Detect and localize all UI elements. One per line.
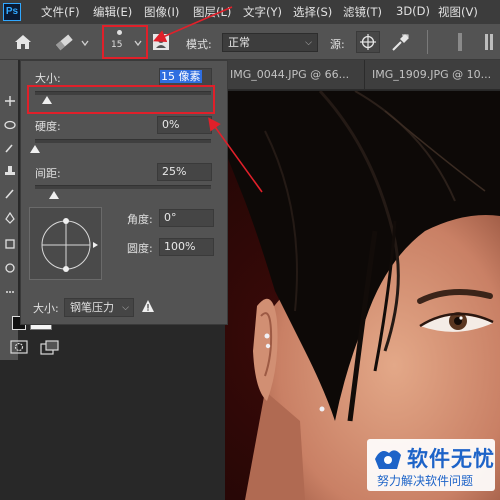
home-button[interactable]: [12, 32, 34, 52]
more-tools-icon[interactable]: [4, 286, 16, 298]
panel-grip-icon: [458, 33, 462, 51]
chevron-down-icon: ⌵: [305, 38, 312, 48]
hardness-label: 硬度:: [35, 120, 61, 133]
document-tab-bar: IMG_0044.JPG @ 66... IMG_1909.JPG @ 10..…: [225, 60, 500, 90]
photoshop-logo: Ps: [3, 3, 21, 21]
document-tab-img-0044[interactable]: IMG_0044.JPG @ 66...: [225, 60, 365, 90]
quick-select-tool-icon[interactable]: [4, 142, 16, 154]
size-input[interactable]: 15 像素: [159, 68, 212, 86]
quick-mask-icon[interactable]: [10, 340, 28, 354]
mode-value: 正常: [228, 36, 250, 49]
eyedropper-icon: [392, 34, 409, 51]
document-tab-img-1909[interactable]: IMG_1909.JPG @ 10...: [366, 60, 500, 90]
menu-select[interactable]: 选择(S): [293, 4, 332, 20]
angle-label: 角度:: [127, 213, 153, 226]
tool-preset-button[interactable]: [52, 32, 76, 52]
warning-icon[interactable]: [141, 299, 155, 313]
spacing-input[interactable]: 25%: [157, 163, 212, 181]
pattern-source-button[interactable]: [388, 31, 412, 53]
menu-edit[interactable]: 编辑(E): [93, 4, 132, 20]
mode-label: 模式:: [186, 38, 212, 51]
options-bar: 模式: 正常 ⌵ 源:: [0, 24, 500, 60]
pen-pressure-select[interactable]: 钢笔压力 ⌵: [64, 298, 134, 317]
toggle-clone-source-panel-button[interactable]: [150, 31, 172, 53]
menu-view[interactable]: 视图(V): [438, 4, 478, 20]
lasso-tool-icon[interactable]: [4, 120, 16, 132]
home-icon: [15, 35, 31, 49]
watermark-title: 软件无忧: [407, 447, 495, 471]
clone-source-icon: [153, 34, 169, 50]
menu-layer[interactable]: 图层(L): [193, 4, 231, 20]
chevron-down-icon: ⌵: [122, 303, 129, 313]
pen-pressure-value: 钢笔压力: [70, 301, 114, 314]
hardness-slider[interactable]: [35, 139, 211, 143]
screen-mode-icon[interactable]: [40, 340, 60, 356]
angle-input[interactable]: 0°: [159, 209, 214, 227]
move-tool-icon[interactable]: [4, 95, 16, 107]
size-value: 15 像素: [160, 70, 202, 83]
hardness-slider-handle[interactable]: [30, 145, 40, 153]
rotate-view-tool-icon[interactable]: [4, 262, 16, 274]
tools-panel: [0, 60, 18, 360]
spacing-value: 25%: [162, 165, 187, 178]
options-icon[interactable]: [483, 31, 495, 53]
menu-file[interactable]: 文件(F): [41, 4, 80, 20]
brush-tool-icon[interactable]: [4, 188, 16, 200]
menu-filter[interactable]: 滤镜(T): [343, 4, 382, 20]
roundness-value: 100%: [164, 240, 196, 253]
mode-select[interactable]: 正常 ⌵: [222, 33, 318, 52]
rectangle-tool-icon[interactable]: [4, 238, 16, 250]
roundness-label: 圆度:: [127, 242, 153, 255]
divider: [427, 30, 428, 54]
hardness-input[interactable]: 0%: [157, 116, 212, 134]
annotation-box-size-slider: [27, 85, 215, 114]
menu-image[interactable]: 图像(I): [144, 4, 179, 20]
crosshair-target-icon: [360, 34, 376, 50]
menu-3d[interactable]: 3D(D): [396, 4, 430, 18]
angle-roundness-dial-icon: [41, 218, 98, 272]
chevron-down-icon[interactable]: [80, 38, 90, 48]
eraser-brush-icon: [55, 34, 73, 51]
pen-tool-icon[interactable]: [4, 211, 16, 224]
brush-angle-roundness-widget[interactable]: [29, 207, 102, 280]
angle-value: 0°: [164, 211, 177, 224]
menu-type[interactable]: 文字(Y): [243, 4, 282, 20]
spacing-label: 间距:: [35, 167, 61, 180]
menu-bar: Ps 文件(F) 编辑(E) 图像(I) 图层(L) 文字(Y) 选择(S) 滤…: [0, 0, 500, 24]
hardness-value: 0%: [162, 118, 180, 131]
annotation-box-brush-preset: [102, 25, 148, 59]
roundness-input[interactable]: 100%: [159, 238, 214, 256]
source-label: 源:: [330, 38, 345, 51]
pressure-size-label: 大小:: [33, 302, 59, 315]
watermark-subtitle: 努力解决软件问题: [377, 474, 474, 488]
watermark-logo-icon: [375, 450, 401, 469]
spacing-slider[interactable]: [35, 185, 211, 189]
sampled-source-button[interactable]: [356, 31, 380, 53]
spacing-slider-handle[interactable]: [49, 191, 60, 199]
watermark: 软件无忧 努力解决软件问题: [367, 439, 495, 491]
stamp-tool-icon[interactable]: [4, 165, 16, 177]
size-label: 大小:: [35, 72, 61, 85]
